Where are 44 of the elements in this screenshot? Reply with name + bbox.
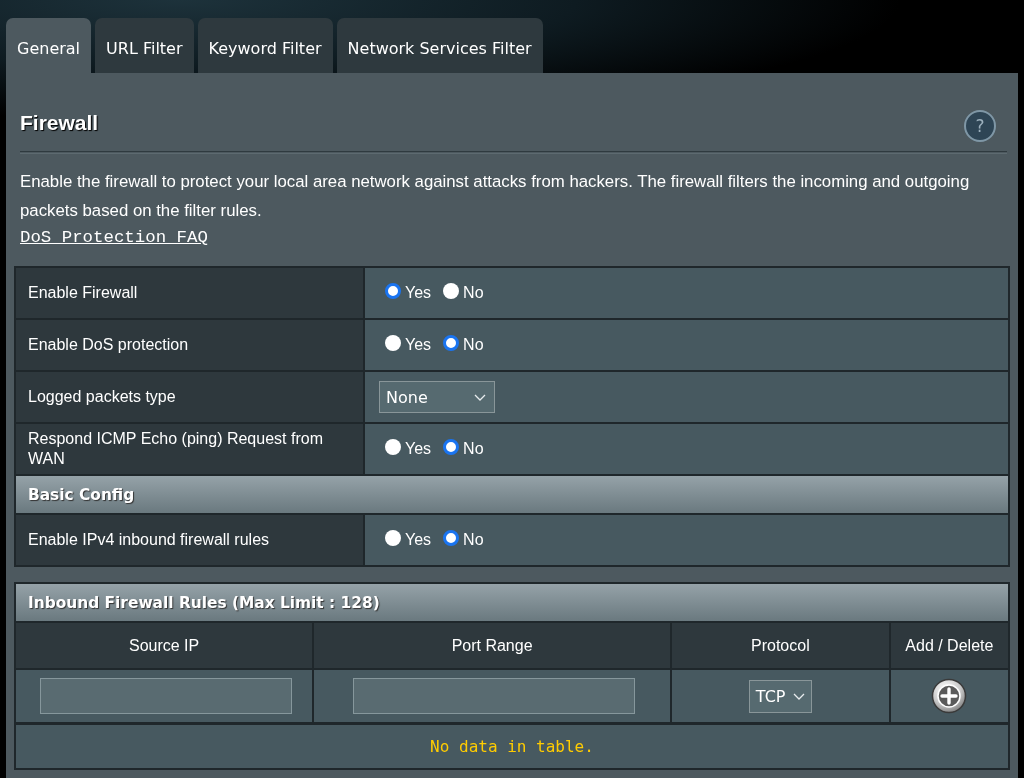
setting-label: Enable IPv4 inbound firewall rules: [15, 514, 364, 566]
radio-button[interactable]: [385, 335, 401, 351]
radio-button[interactable]: [385, 439, 401, 455]
radio-button[interactable]: [385, 283, 401, 299]
column-header: Source IP: [15, 622, 314, 669]
radio-label[interactable]: Yes: [405, 439, 432, 459]
tab[interactable]: Network Services Filter: [336, 18, 543, 73]
setting-label: Respond ICMP Echo (ping) Request from WAN: [15, 423, 364, 475]
column-header: Port Range: [313, 622, 671, 669]
setting-label: Enable DoS protection: [15, 319, 364, 371]
radio-label[interactable]: Yes: [405, 335, 432, 355]
radio-button[interactable]: [443, 283, 460, 299]
radio-label[interactable]: No: [463, 439, 484, 459]
radio-button[interactable]: [443, 530, 460, 546]
section-title: Firewall: [20, 111, 99, 135]
description-text: Enable the firewall to protect your local area network against attacks from hackers. The firewall filters the incoming and outgoing packets based on the filter rules.: [20, 171, 971, 222]
empty-message: No data in table.: [15, 723, 1009, 769]
radio-label[interactable]: Yes: [405, 283, 432, 303]
radio-button[interactable]: [385, 530, 401, 546]
caret-icon: [792, 693, 805, 700]
table-title: Inbound Firewall Rules (Max Limit : 128): [15, 583, 1009, 622]
tab[interactable]: Keyword Filter: [197, 18, 333, 73]
radio-label[interactable]: No: [463, 283, 484, 303]
column-header: Add / Delete: [889, 622, 1009, 669]
column-header: Protocol: [671, 622, 890, 669]
source-ip-field[interactable]: [40, 678, 292, 714]
setting-label: Enable Firewall: [15, 267, 364, 319]
setting-label: Logged packets type: [15, 371, 364, 423]
tab[interactable]: General: [6, 18, 92, 73]
add-button[interactable]: [931, 678, 968, 714]
radio-label[interactable]: Yes: [405, 530, 432, 550]
protocol-select[interactable]: TCP: [748, 680, 812, 713]
radio-button[interactable]: [443, 335, 460, 351]
plus-circle-icon: [931, 678, 968, 714]
port-range-field[interactable]: [353, 678, 636, 714]
dropdown-select[interactable]: None: [379, 381, 495, 413]
radio-label[interactable]: No: [463, 335, 484, 355]
radio-button[interactable]: [443, 439, 460, 455]
faq-link[interactable]: DoS Protection FAQ: [20, 228, 208, 247]
radio-label[interactable]: No: [463, 530, 484, 550]
caret-icon: [474, 393, 486, 401]
help-button[interactable]: ?: [964, 110, 996, 142]
tab[interactable]: URL Filter: [95, 18, 194, 73]
section-header: Basic Config: [15, 475, 1009, 514]
